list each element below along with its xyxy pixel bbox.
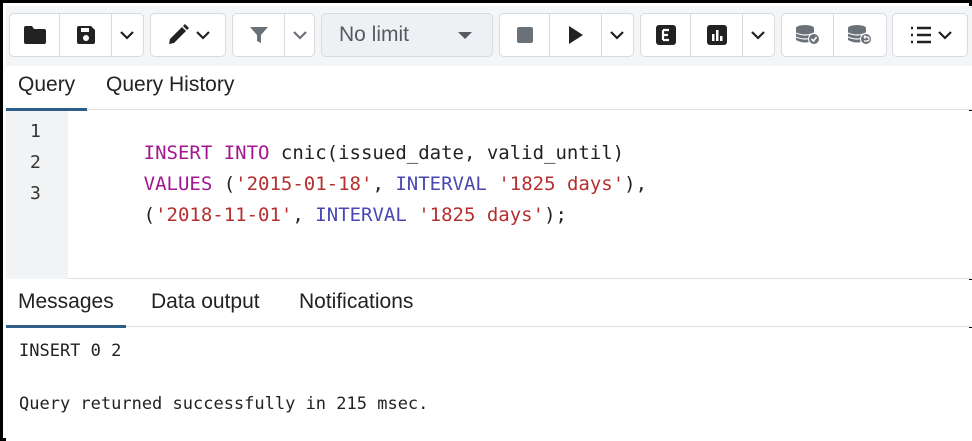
query-tool-window: No limit Query Query History 1 2 3 INSER… (0, 0, 972, 441)
execute-dropdown-button[interactable] (602, 14, 631, 56)
database-undo-icon (847, 25, 872, 45)
code-token: ( (143, 204, 156, 226)
commit-button[interactable] (782, 14, 834, 56)
execute-button-group (499, 13, 634, 57)
code-token: '1825 days' (418, 204, 545, 226)
filter-dropdown-button[interactable] (285, 14, 314, 56)
message-line: INSERT 0 2 (19, 341, 122, 361)
filter-button-group (232, 13, 315, 57)
file-button-group (9, 13, 144, 57)
edit-button-group (150, 13, 226, 57)
explain-dropdown-button[interactable] (743, 14, 772, 56)
explain-button-group (640, 13, 775, 57)
message-line: Query returned successfully in 215 msec. (19, 394, 429, 414)
save-dropdown-button[interactable] (112, 14, 141, 56)
row-limit-select[interactable]: No limit (321, 13, 493, 57)
list-icon (910, 26, 931, 44)
chevron-down-icon (937, 30, 952, 40)
pencil-icon (168, 24, 189, 44)
chevron-down-icon (119, 30, 134, 40)
query-toolbar: No limit (6, 6, 972, 66)
tab-data-output[interactable]: Data output (151, 280, 260, 327)
code-token: ); (544, 204, 567, 226)
chevron-down-icon (609, 30, 624, 40)
code-token: ), (624, 173, 648, 195)
tab-label: Data output (151, 290, 260, 313)
chevron-down-icon (195, 30, 210, 40)
save-file-button[interactable] (60, 14, 112, 56)
open-file-button[interactable] (10, 14, 60, 56)
row-limit-value: No limit (339, 23, 410, 46)
save-icon (76, 26, 95, 44)
tab-label: Notifications (299, 290, 414, 313)
filter-button[interactable] (233, 14, 285, 56)
messages-panel: INSERT 0 2 Query returned successfully i… (6, 328, 972, 441)
query-tab-bar: Query Query History (6, 66, 972, 111)
code-token: , (292, 204, 316, 226)
transaction-button-group (781, 13, 887, 57)
macros-button[interactable] (893, 14, 967, 56)
line-number: 1 (30, 121, 41, 142)
tab-label: Query History (106, 73, 235, 96)
stop-icon (516, 27, 533, 43)
explain-analyze-button[interactable] (691, 14, 743, 56)
execute-button[interactable] (550, 14, 602, 56)
tab-label: Messages (18, 290, 114, 313)
database-check-icon (795, 25, 820, 45)
tab-messages[interactable]: Messages (6, 280, 126, 328)
tab-query-history[interactable]: Query History (106, 66, 234, 110)
edit-button[interactable] (151, 14, 225, 56)
tab-notifications[interactable]: Notifications (299, 280, 413, 327)
rollback-button[interactable] (834, 14, 886, 56)
code-line-3: ('2018-11-01', INTERVAL '1825 days'); (75, 182, 567, 248)
line-number: 3 (30, 183, 41, 204)
line-number: 2 (30, 152, 41, 173)
stop-button[interactable] (500, 14, 550, 56)
filter-icon (249, 27, 268, 43)
result-tab-bar: Messages Data output Notifications (6, 280, 972, 328)
folder-icon (23, 26, 46, 44)
code-token: '2018-11-01' (155, 204, 293, 226)
macros-button-group (892, 13, 968, 57)
code-token: INTERVAL (315, 204, 407, 226)
bar-chart-icon (706, 25, 727, 45)
chevron-down-icon (750, 30, 765, 40)
chevron-down-icon (292, 30, 307, 40)
tab-label: Query (18, 73, 76, 96)
tab-query[interactable]: Query (6, 66, 88, 111)
sql-editor[interactable]: 1 2 3 INSERT INTO cnic(issued_date, vali… (6, 111, 972, 279)
play-icon (568, 26, 583, 44)
explain-button[interactable] (641, 14, 691, 56)
explain-icon (655, 25, 676, 45)
line-number-gutter: 1 2 3 (6, 111, 68, 279)
caret-down-icon (458, 31, 472, 39)
